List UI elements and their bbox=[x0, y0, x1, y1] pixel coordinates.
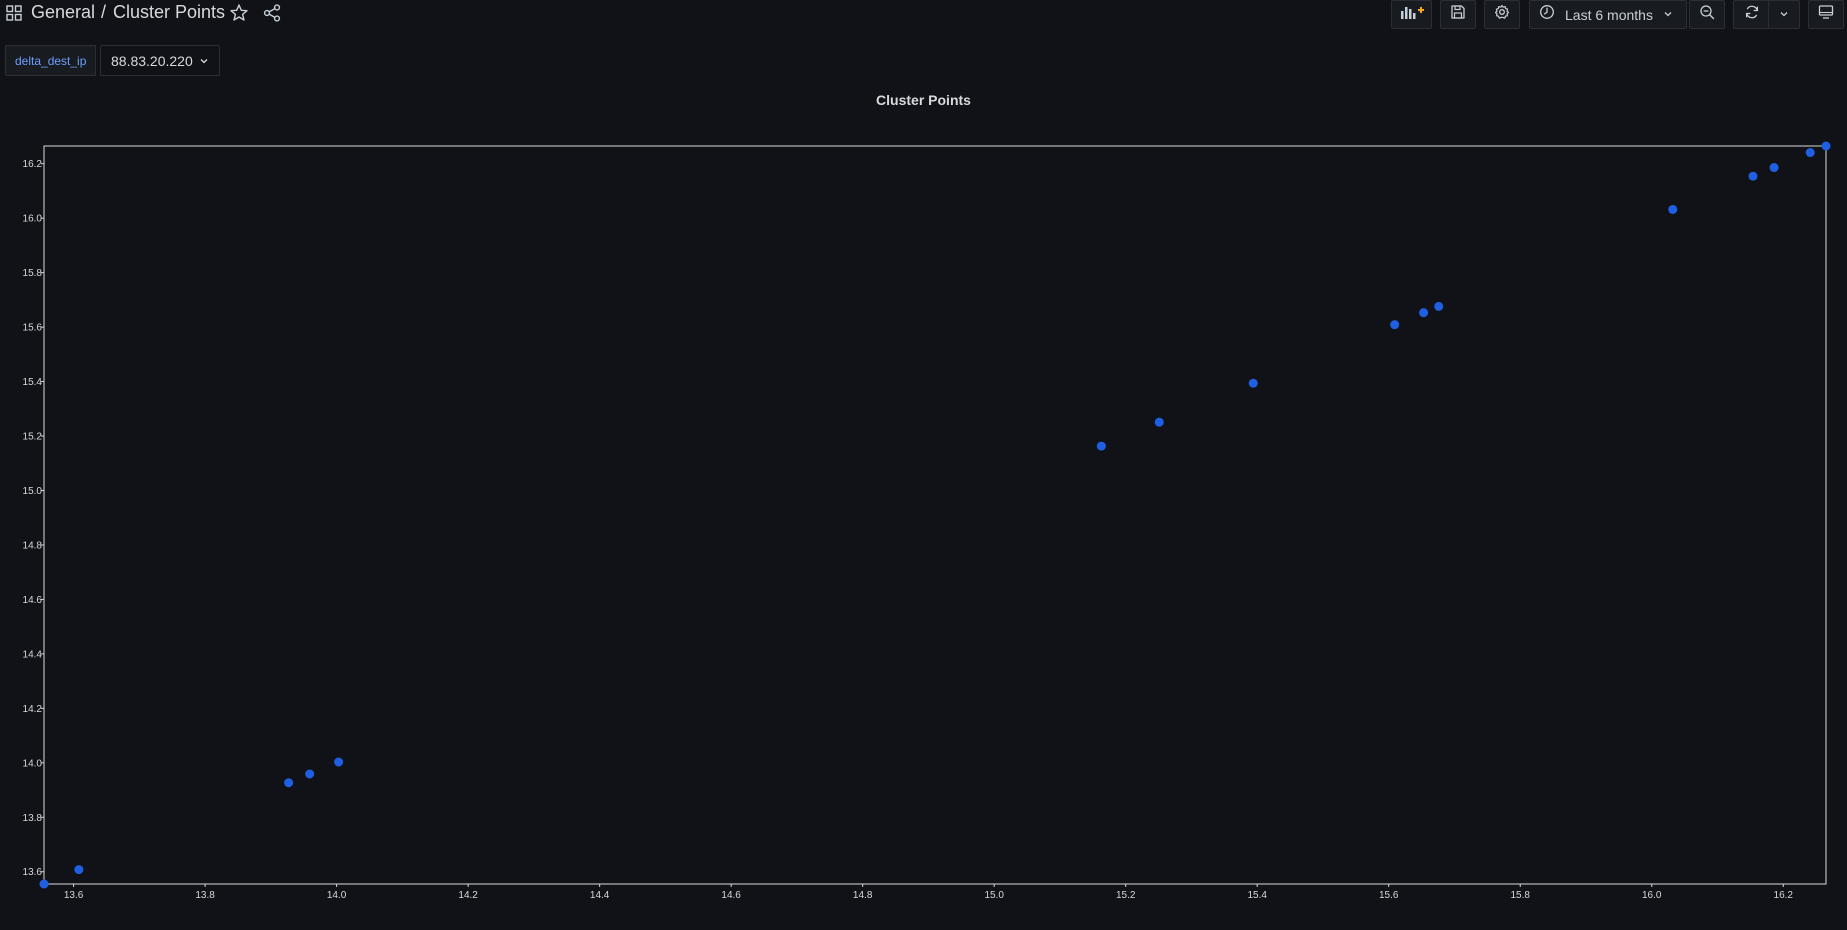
page-title[interactable]: Cluster Points bbox=[113, 2, 225, 23]
add-panel-button[interactable] bbox=[1391, 0, 1432, 29]
x-tick-label: 14.0 bbox=[327, 890, 347, 901]
chevron-down-icon bbox=[199, 53, 209, 69]
y-tick-label: 15.8 bbox=[23, 268, 43, 279]
dashboard-settings-button[interactable] bbox=[1484, 0, 1520, 29]
x-tick-label: 14.2 bbox=[458, 890, 478, 901]
y-axis: 13.6 13.8 14.0 14.2 14.4 14.6 14.8 15.0 15.2 15.4… bbox=[23, 159, 44, 878]
y-tick-label: 15.6 bbox=[23, 323, 43, 334]
add-panel-icon bbox=[1399, 4, 1425, 25]
data-point[interactable] bbox=[1419, 308, 1429, 318]
y-tick-label: 14.2 bbox=[23, 704, 43, 715]
x-tick-label: 15.6 bbox=[1379, 890, 1399, 901]
breadcrumb-folder[interactable]: General bbox=[31, 2, 95, 23]
gear-icon bbox=[1494, 4, 1510, 25]
x-tick-label: 15.0 bbox=[984, 890, 1004, 901]
y-tick-label: 15.0 bbox=[23, 486, 43, 497]
data-point[interactable] bbox=[1096, 441, 1106, 451]
data-point[interactable] bbox=[334, 757, 344, 767]
data-point[interactable] bbox=[39, 879, 49, 889]
save-dashboard-button[interactable] bbox=[1440, 0, 1476, 29]
x-tick-label: 16.0 bbox=[1642, 890, 1662, 901]
data-point[interactable] bbox=[1805, 148, 1815, 158]
share-icon[interactable] bbox=[262, 3, 282, 23]
data-point[interactable] bbox=[1248, 378, 1258, 388]
save-icon bbox=[1450, 4, 1466, 25]
x-tick-label: 13.8 bbox=[195, 890, 215, 901]
monitor-icon bbox=[1818, 4, 1834, 25]
x-tick-label: 15.4 bbox=[1247, 890, 1267, 901]
x-tick-label: 15.2 bbox=[1116, 890, 1136, 901]
panel-title[interactable]: Cluster Points bbox=[0, 92, 1847, 108]
y-tick-label: 13.8 bbox=[23, 813, 43, 824]
data-point[interactable] bbox=[305, 769, 315, 779]
x-tick-label: 16.2 bbox=[1774, 890, 1794, 901]
x-tick-label: 14.6 bbox=[721, 890, 741, 901]
star-icon[interactable] bbox=[229, 3, 249, 23]
y-tick-label: 15.2 bbox=[23, 432, 43, 443]
chevron-down-icon bbox=[1779, 6, 1789, 24]
x-axis: 13.6 13.8 14.0 14.2 14.4 14.6 14.8 15.0 15.2 15.4… bbox=[64, 884, 1794, 901]
time-range-picker[interactable]: Last 6 months bbox=[1529, 0, 1687, 29]
refresh-interval-dropdown[interactable] bbox=[1768, 0, 1800, 29]
variable-label: delta_dest_ip bbox=[5, 45, 97, 76]
data-point[interactable] bbox=[1769, 163, 1779, 173]
clock-icon bbox=[1539, 4, 1555, 25]
chevron-down-icon bbox=[1663, 6, 1673, 24]
data-point[interactable] bbox=[1668, 204, 1678, 214]
refresh-icon bbox=[1744, 4, 1760, 25]
y-tick-label: 14.8 bbox=[23, 540, 43, 551]
y-tick-label: 16.2 bbox=[23, 159, 43, 170]
x-tick-label: 14.4 bbox=[590, 890, 610, 901]
y-tick-label: 14.4 bbox=[23, 649, 43, 660]
refresh-button[interactable] bbox=[1733, 0, 1769, 29]
y-tick-label: 16.0 bbox=[23, 214, 43, 225]
data-point[interactable] bbox=[1748, 171, 1758, 181]
y-tick-label: 14.0 bbox=[23, 758, 43, 769]
y-tick-label: 14.6 bbox=[23, 595, 43, 606]
data-points bbox=[39, 141, 1831, 889]
grid-icon[interactable] bbox=[6, 5, 22, 21]
tv-mode-button[interactable] bbox=[1808, 0, 1844, 29]
variable-value: 88.83.20.220 bbox=[111, 52, 193, 69]
data-point[interactable] bbox=[74, 865, 84, 875]
scatter-chart: 13.6 13.8 14.0 14.2 14.4 14.6 14.8 15.0 15.2 15.4… bbox=[23, 141, 1831, 901]
zoom-out-button[interactable] bbox=[1689, 0, 1725, 29]
data-point[interactable] bbox=[284, 778, 294, 788]
data-point[interactable] bbox=[1154, 417, 1164, 427]
x-tick-label: 13.6 bbox=[64, 890, 84, 901]
y-tick-label: 13.6 bbox=[23, 867, 43, 878]
dashboard-nav: General / Cluster Points Last 6 months bbox=[0, 0, 1847, 29]
data-point[interactable] bbox=[1390, 320, 1400, 330]
breadcrumb-separator: / bbox=[101, 2, 107, 22]
y-tick-label: 15.4 bbox=[23, 377, 43, 388]
x-tick-label: 14.8 bbox=[853, 890, 873, 901]
time-range-label: Last 6 months bbox=[1565, 6, 1653, 23]
variable-select[interactable]: 88.83.20.220 bbox=[100, 45, 220, 76]
zoom-out-icon bbox=[1699, 4, 1715, 25]
data-point[interactable] bbox=[1434, 301, 1444, 311]
data-point[interactable] bbox=[1821, 141, 1831, 151]
x-tick-label: 15.8 bbox=[1510, 890, 1530, 901]
